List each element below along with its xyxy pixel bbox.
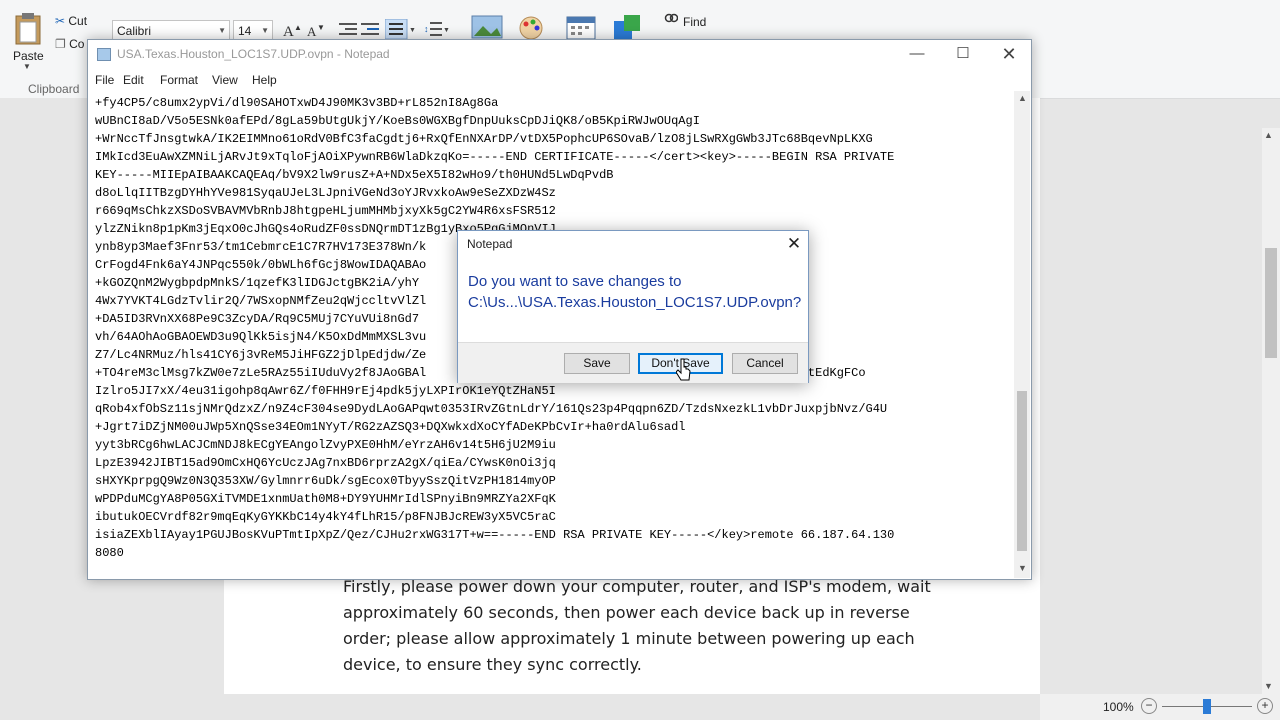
dialog-button-bar: Save Don't Save Cancel — [458, 342, 808, 383]
find-label: Find — [683, 15, 707, 29]
scroll-down-icon[interactable]: ▼ — [1264, 681, 1273, 691]
scissors-icon: ✂ — [55, 14, 69, 28]
paint-drawing-icon[interactable] — [515, 14, 547, 40]
chevron-down-icon: ▼ — [218, 26, 226, 35]
notepad-vertical-scrollbar[interactable]: ▲ ▼ — [1014, 91, 1030, 578]
svg-text:▼: ▼ — [409, 27, 415, 34]
dialog-message: Do you want to save changes to C:\Us...\… — [468, 273, 802, 311]
wordpad-document-text[interactable]: Firstly, please power down your computer… — [343, 574, 943, 678]
chevron-down-icon[interactable]: ▼ — [23, 62, 31, 71]
wordpad-statusbar — [1040, 694, 1280, 720]
menu-help[interactable]: Help — [252, 73, 277, 87]
minimize-button[interactable]: — — [894, 40, 940, 70]
copy-icon: ❐ — [55, 37, 70, 51]
menu-file[interactable]: File — [95, 73, 114, 87]
font-name-select[interactable]: Calibri ▼ — [112, 20, 230, 40]
copy-button[interactable]: ❐ Co — [55, 37, 84, 51]
svg-text:A: A — [283, 24, 294, 38]
menu-format[interactable]: Format — [160, 73, 198, 87]
svg-text:▼: ▼ — [443, 27, 450, 34]
scroll-up-icon[interactable]: ▲ — [1264, 130, 1273, 140]
find-icon — [664, 13, 678, 23]
menu-view[interactable]: View — [212, 73, 238, 87]
paste-icon[interactable] — [14, 12, 42, 46]
maximize-button[interactable]: ☐ — [940, 40, 986, 70]
close-icon: ✕ — [786, 234, 802, 253]
insert-object-icon[interactable] — [612, 13, 644, 41]
zoom-out-button[interactable]: − — [1141, 698, 1157, 714]
decrease-indent-icon[interactable] — [339, 22, 357, 36]
minimize-icon: — — [909, 45, 925, 62]
maximize-icon: ☐ — [956, 45, 970, 62]
zoom-slider-thumb[interactable] — [1203, 699, 1211, 714]
scroll-down-icon[interactable]: ▼ — [1018, 563, 1027, 573]
font-name-value: Calibri — [117, 24, 152, 38]
cut-button[interactable]: ✂ Cut — [55, 14, 87, 28]
increase-indent-icon[interactable] — [361, 22, 379, 36]
cut-label: Cut — [68, 14, 88, 28]
close-icon: ✕ — [1001, 44, 1017, 64]
cancel-button[interactable]: Cancel — [732, 353, 798, 374]
menu-bar: File Edit Format View Help — [88, 70, 1031, 90]
paste-button[interactable]: Paste — [13, 49, 44, 63]
svg-text:▲: ▲ — [294, 23, 302, 32]
menu-edit[interactable]: Edit — [123, 73, 144, 87]
zoom-in-button[interactable]: + — [1257, 698, 1273, 714]
picture-icon[interactable] — [471, 14, 503, 40]
list-bullets-icon[interactable]: ▼ — [385, 19, 415, 39]
font-size-value: 14 — [238, 24, 252, 38]
mouse-pointer-icon — [676, 358, 691, 381]
copy-label: Co — [69, 37, 85, 51]
dialog-title: Notepad — [467, 237, 513, 251]
notepad-app-icon — [97, 48, 111, 61]
scroll-up-icon[interactable]: ▲ — [1018, 93, 1027, 103]
wordpad-vertical-scrollbar[interactable] — [1262, 128, 1280, 700]
shrink-font-icon[interactable]: A ▼ — [306, 22, 326, 38]
date-time-icon[interactable] — [566, 14, 596, 40]
svg-text:▼: ▼ — [317, 23, 325, 32]
grow-font-icon[interactable]: A ▲ — [282, 22, 302, 38]
wordpad-scroll-thumb[interactable] — [1265, 248, 1277, 358]
line-spacing-icon[interactable]: ↕ ▼ — [424, 20, 450, 38]
close-button[interactable]: ✕ — [986, 40, 1032, 70]
window-title: USA.Texas.Houston_LOC1S7.UDP.ovpn - Note… — [117, 47, 390, 61]
svg-text:A: A — [307, 24, 317, 38]
dialog-close-button[interactable]: ✕ — [782, 232, 806, 256]
save-changes-dialog: Notepad ✕ Do you want to save changes to… — [457, 230, 809, 383]
zoom-level: 100% — [1103, 700, 1134, 714]
chevron-down-icon: ▼ — [261, 26, 269, 35]
save-button[interactable]: Save — [564, 353, 630, 374]
clipboard-group-label: Clipboard — [28, 82, 80, 96]
notepad-scroll-thumb[interactable] — [1017, 391, 1027, 551]
find-button[interactable]: Find — [683, 15, 706, 29]
notepad-titlebar[interactable]: USA.Texas.Houston_LOC1S7.UDP.ovpn - Note… — [88, 40, 1031, 70]
svg-text:↕: ↕ — [424, 24, 429, 34]
font-size-select[interactable]: 14 ▼ — [233, 20, 273, 40]
